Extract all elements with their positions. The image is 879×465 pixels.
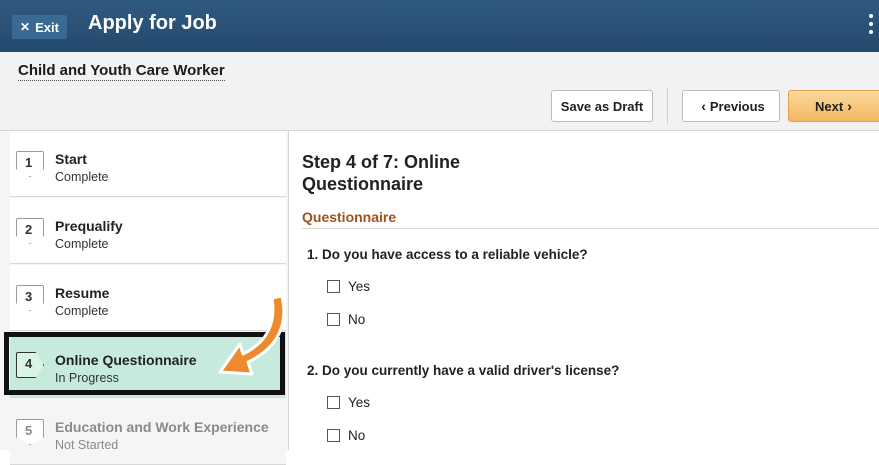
option-label: No: [348, 312, 366, 327]
previous-label: Previous: [709, 98, 765, 114]
checkbox[interactable]: [327, 429, 340, 442]
step-item-start[interactable]: 1 Start Complete: [10, 131, 286, 197]
step-number: 2: [25, 222, 33, 237]
step-number: 5: [25, 423, 33, 438]
step-title: Start: [55, 151, 87, 167]
step-status: Complete: [55, 237, 109, 251]
header-bar: ✕ Exit Apply for Job: [0, 0, 879, 52]
question-2-option-no[interactable]: No: [327, 428, 365, 443]
question-1-option-yes[interactable]: Yes: [327, 279, 370, 294]
chevron-left-icon: ‹: [701, 98, 706, 114]
question-1-option-no[interactable]: No: [327, 312, 365, 327]
page-title: Apply for Job: [88, 12, 217, 34]
step-item-resume[interactable]: 3 Resume Complete: [10, 265, 286, 331]
option-label: No: [348, 428, 366, 443]
step-number: 3: [25, 289, 33, 304]
step-navigation: 1 Start Complete 2 Prequalify Complete 3…: [0, 131, 289, 465]
job-title-link[interactable]: Child and Youth Care Worker: [18, 62, 225, 81]
next-button[interactable]: Next ›: [788, 90, 879, 122]
step-title: Education and Work Experience: [55, 419, 269, 435]
close-icon: ✕: [20, 20, 31, 34]
step-item-prequalify[interactable]: 2 Prequalify Complete: [10, 198, 286, 264]
step-number: 4: [25, 356, 33, 371]
section-divider: [302, 228, 879, 229]
step-item-online-questionnaire[interactable]: 4 Online Questionnaire In Progress: [10, 332, 286, 398]
question-2-option-yes[interactable]: Yes: [327, 395, 370, 410]
step-status: Complete: [55, 170, 109, 184]
step-title: Resume: [55, 285, 110, 301]
step-number: 1: [25, 155, 33, 170]
checkbox[interactable]: [327, 280, 340, 293]
exit-label: Exit: [35, 19, 59, 35]
step-status: In Progress: [55, 371, 119, 385]
save-as-draft-button[interactable]: Save as Draft: [551, 90, 653, 122]
step-title: Prequalify: [55, 218, 123, 234]
step-item-education-and-work-experience[interactable]: 5 Education and Work Experience Not Star…: [10, 399, 286, 465]
section-title: Questionnaire: [302, 209, 397, 225]
step-heading: Step 4 of 7: Online Questionnaire: [302, 152, 461, 194]
toolbar-divider: [667, 88, 668, 124]
step-title: Online Questionnaire: [55, 352, 197, 368]
previous-button[interactable]: ‹ Previous: [682, 90, 780, 122]
chevron-right-icon: ›: [847, 98, 852, 114]
exit-button[interactable]: ✕ Exit: [12, 15, 67, 39]
next-label: Next: [815, 98, 844, 114]
option-label: Yes: [348, 395, 371, 410]
step-status: Complete: [55, 304, 109, 318]
checkbox[interactable]: [327, 396, 340, 409]
question-1: 1. Do you have access to a reliable vehi…: [307, 247, 588, 262]
action-bar: Child and Youth Care Worker Save as Draf…: [0, 52, 879, 131]
question-2: 2. Do you currently have a valid driver'…: [307, 363, 620, 378]
more-options-icon[interactable]: [867, 14, 875, 34]
checkbox[interactable]: [327, 313, 340, 326]
option-label: Yes: [348, 279, 371, 294]
main-content: Step 4 of 7: Online Questionnaire Questi…: [289, 131, 879, 450]
